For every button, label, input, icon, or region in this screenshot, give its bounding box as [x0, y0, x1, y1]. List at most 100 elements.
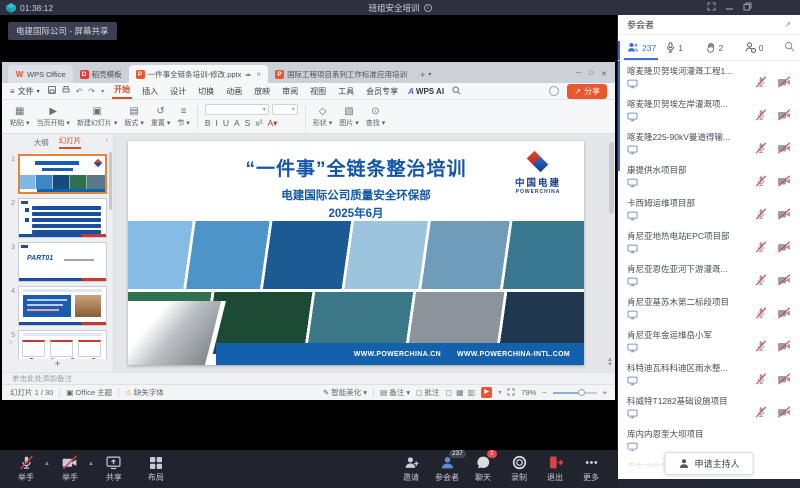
camera-options-caret-icon[interactable]: ▲ — [88, 461, 94, 467]
participant-row[interactable]: 科特迪瓦科科迪区雨水整... — [618, 359, 800, 392]
participant-row[interactable]: 喀麦隆贝努埃左岸灌溉项... — [618, 95, 800, 128]
wps-maximize-icon[interactable]: □ — [589, 70, 593, 78]
more-button[interactable]: 更多 — [573, 455, 609, 483]
tab-slides[interactable]: 幻灯片 — [59, 135, 82, 149]
wps-menu-item[interactable]: 工具 — [336, 86, 356, 97]
slide-thumbnail-4[interactable]: 4 — [2, 286, 107, 326]
mic-options-caret-icon[interactable]: ▲ — [44, 461, 50, 467]
slide-thumbnail-3[interactable]: 3 PART01 — [2, 242, 107, 282]
slide-thumbnail-1[interactable]: 1 — [2, 154, 107, 194]
font-style-button[interactable]: S — [245, 118, 251, 128]
thumbnail-scrollbar[interactable] — [109, 152, 112, 210]
participant-row[interactable]: 肯尼亚年金运维岳小军 — [618, 326, 800, 359]
popout-panel-icon[interactable]: ↗ — [784, 20, 791, 29]
camera-raise-hand-button[interactable]: 举手 — [52, 455, 88, 483]
comment-button[interactable]: ◻ 批注 — [416, 387, 439, 398]
meeting-info-icon[interactable]: i — [424, 4, 432, 12]
participant-row[interactable]: 肯尼亚基苏木第二标段项目 — [618, 293, 800, 326]
participant-row[interactable]: 喀麦隆225-90kV曼道得输... — [618, 128, 800, 161]
participant-row[interactable]: 肯尼亚地热电站EPC项目部 — [618, 227, 800, 260]
mic-raise-hand-button[interactable]: 举手 — [8, 455, 44, 483]
exit-meeting-button[interactable]: 退出 — [537, 455, 573, 483]
close-tab-icon[interactable]: × — [256, 70, 261, 79]
ribbon-search-icon[interactable] — [452, 86, 461, 97]
ribbon-button[interactable]: ⊙ 查找 ▾ — [366, 106, 385, 128]
superscript-button[interactable]: x² — [255, 118, 262, 128]
font-style-button[interactable]: A — [234, 118, 240, 128]
participant-row[interactable]: 喀麦隆贝努埃河灌溉工程1... — [618, 62, 800, 95]
wps-menu-item[interactable]: 会员专享 — [364, 86, 400, 97]
invite-button[interactable]: 邀请 — [393, 455, 429, 483]
slide-1[interactable]: “一件事”全链条整治培训 电建国际公司质量安全环保部 2025年6月 中国电建 … — [128, 141, 584, 365]
wps-menu-item[interactable]: 视图 — [308, 86, 328, 97]
zoom-in-icon[interactable]: + — [603, 388, 607, 397]
account-icon[interactable] — [549, 86, 559, 96]
apply-host-button[interactable]: 申请主持人 — [664, 452, 753, 475]
tab-mic-on[interactable]: 1 — [666, 42, 705, 53]
font-size-select[interactable]: ▾ — [272, 104, 298, 115]
slide-pager-buttons[interactable]: ▲▼ — [607, 358, 613, 368]
wps-menu-item[interactable]: 设计 — [168, 86, 188, 97]
chat-button[interactable]: 1 聊天 — [465, 455, 501, 483]
zoom-out-icon[interactable]: − — [542, 388, 546, 397]
save-icon[interactable] — [48, 86, 56, 96]
participants-button[interactable]: 237 参会者 — [429, 455, 465, 483]
redo-icon[interactable]: ↷ — [88, 87, 95, 96]
font-color-button[interactable]: A▾ — [267, 118, 277, 129]
new-tab-button[interactable]: + — [420, 70, 425, 80]
file-menu[interactable]: ≡文件▾ — [10, 86, 40, 97]
tab-all-participants[interactable]: 237 — [627, 42, 666, 53]
ribbon-button[interactable]: ▦ 粘贴 ▾ — [10, 106, 29, 128]
font-style-button[interactable]: U — [223, 118, 229, 128]
sorter-view-icon[interactable]: ▦ — [456, 388, 464, 397]
font-style-button[interactable]: I — [215, 118, 217, 128]
beautify-button[interactable]: ✎ 智能美化 ▾ — [323, 387, 367, 398]
tab-document-active[interactable]: P 一件事全链条培训-修改.pptx ☁ × — [129, 65, 268, 83]
slide-scrollbar[interactable] — [609, 142, 614, 214]
participant-row[interactable]: 肯尼亚恩佐亚河下游灌溉... — [618, 260, 800, 293]
participants-list[interactable]: 喀麦隆贝努埃河灌溉工程1... 喀麦隆贝努埃左岸灌溉项... — [618, 62, 800, 479]
tab-wps-home[interactable]: W WPS Office — [8, 65, 73, 83]
tab-docer[interactable]: D 稻壳模板 — [73, 65, 129, 83]
font-style-button[interactable]: B — [205, 118, 211, 128]
theme-label[interactable]: ▣ Office 主题 — [66, 387, 112, 398]
add-slide-button[interactable]: + — [2, 359, 113, 372]
print-icon[interactable] — [62, 86, 70, 96]
tab-document-2[interactable]: P 国际工程项目系列工作标准应用培训 — [268, 65, 414, 83]
record-button[interactable]: 录制 — [501, 455, 537, 483]
search-participants-icon[interactable] — [784, 39, 795, 57]
wps-menu-item[interactable]: 动画 — [224, 86, 244, 97]
slideshow-play-button[interactable]: ▶ — [481, 387, 492, 398]
zoom-percent[interactable]: 79% — [521, 388, 536, 397]
tab-list-caret-icon[interactable]: ▾ — [428, 71, 431, 78]
tab-waiting[interactable]: 0 — [745, 42, 784, 53]
zoom-slider[interactable] — [553, 392, 597, 394]
tab-outline[interactable]: 大纲 — [34, 137, 49, 148]
ribbon-button[interactable]: ≡ 节 ▾ — [177, 106, 189, 128]
missing-font-warning[interactable]: ⚠ 缺失字体 — [125, 387, 164, 398]
participant-row[interactable]: 康提供水项目部 — [618, 161, 800, 194]
slide-thumbnail-2[interactable]: 2 — [2, 198, 107, 238]
play-options-caret-icon[interactable]: ▾ — [498, 389, 501, 396]
menu-home[interactable]: 开始 — [112, 84, 132, 99]
share-screen-button[interactable]: 共享 — [96, 455, 132, 483]
fullscreen-icon[interactable] — [707, 2, 716, 11]
notes-placeholder[interactable]: 单击此处添加备注 — [2, 372, 615, 384]
menu-wps-ai[interactable]: AWPS AI — [408, 87, 444, 96]
participant-row[interactable]: 科威特T1282基础设施项目 — [618, 392, 800, 425]
share-document-button[interactable]: ↗分享 — [567, 84, 607, 99]
layout-button[interactable]: 布局 — [138, 456, 174, 483]
wps-minimize-icon[interactable]: ─ — [576, 70, 581, 78]
wps-menu-item[interactable]: 插入 — [140, 86, 160, 97]
ribbon-button[interactable]: ▶ 当页开始 ▾ — [36, 106, 69, 128]
ribbon-button[interactable]: ◇ 形状 ▾ — [313, 106, 332, 128]
collapse-panel-icon[interactable]: ‹ — [106, 137, 108, 144]
quickbar-caret-icon[interactable]: ▾ — [101, 88, 104, 95]
font-family-select[interactable]: ▾ — [205, 104, 269, 115]
restore-icon[interactable] — [743, 2, 752, 11]
undo-icon[interactable]: ↶ — [76, 87, 83, 96]
wps-menu-item[interactable]: 切换 — [196, 86, 216, 97]
wps-menu-item[interactable]: 放映 — [252, 86, 272, 97]
tab-raised-hands[interactable]: 2 — [706, 42, 745, 53]
reading-view-icon[interactable]: ▥ — [468, 388, 476, 397]
